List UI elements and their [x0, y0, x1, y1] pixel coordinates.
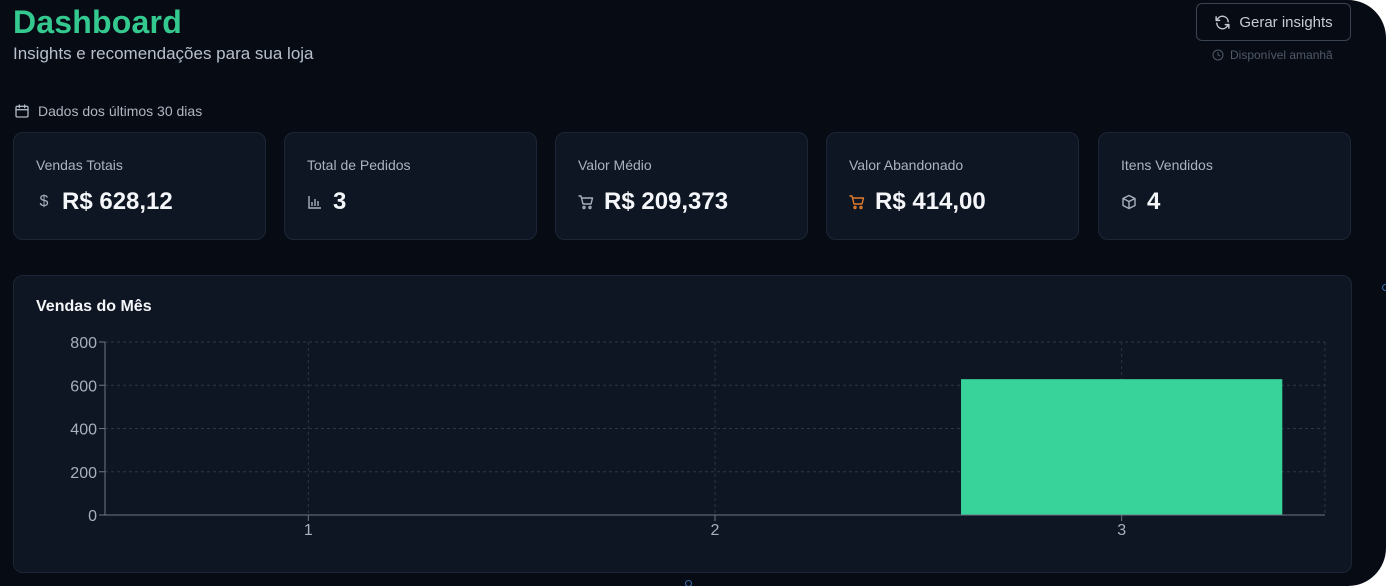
cart-icon: [849, 194, 865, 210]
page-subtitle: Insights e recomendações para sua loja: [13, 44, 314, 63]
period-label: Dados dos últimos 30 dias: [38, 103, 203, 119]
y-tick-label: 600: [70, 378, 97, 395]
resize-handle[interactable]: [685, 580, 692, 586]
refresh-icon: [1215, 15, 1230, 29]
generate-insights-label: Gerar insights: [1239, 13, 1333, 31]
stat-value: R$ 209,373: [604, 188, 729, 215]
stat-label: Vendas Totais: [36, 157, 123, 173]
page-title: Dashboard: [13, 4, 182, 40]
bar-chart-icon: [307, 194, 323, 210]
stat-card-abandoned-value: Valor Abandonado R$ 414,00: [826, 132, 1079, 240]
x-tick-label: 2: [711, 522, 720, 539]
stat-value: R$ 628,12: [62, 188, 173, 215]
dollar-icon: $: [39, 193, 49, 210]
monthly-sales-chart: Vendas do Mês 0 200 400 600 800 1 2 3: [13, 275, 1352, 573]
stat-value: R$ 414,00: [875, 188, 986, 215]
stat-card-average-value: Valor Médio R$ 209,373: [555, 132, 808, 240]
x-tick-label: 1: [304, 522, 313, 539]
clock-icon: [1212, 49, 1224, 61]
availability-text: Disponível amanhã: [1230, 48, 1333, 62]
period-indicator: Dados dos últimos 30 dias: [14, 103, 202, 119]
y-tick-label: 200: [70, 465, 97, 482]
stat-card-total-orders: Total de Pedidos 3: [284, 132, 537, 240]
y-tick-label: 0: [88, 508, 97, 525]
cart-icon: [578, 194, 594, 210]
stat-card-total-sales: Vendas Totais $ R$ 628,12: [13, 132, 266, 240]
resize-handle[interactable]: [1382, 284, 1386, 291]
package-icon: [1121, 194, 1137, 210]
dashboard-page: Dashboard Insights e recomendações para …: [0, 0, 1386, 586]
availability-note: Disponível amanhã: [1212, 48, 1333, 62]
stat-label: Itens Vendidos: [1121, 157, 1213, 173]
y-tick-label: 800: [70, 335, 97, 352]
stat-value: 4: [1147, 188, 1161, 215]
x-tick-label: 3: [1117, 522, 1126, 539]
stat-value: 3: [333, 188, 347, 215]
y-tick-label: 400: [70, 422, 97, 439]
bar: [961, 379, 1283, 515]
stat-label: Valor Abandonado: [849, 157, 964, 173]
stat-label: Total de Pedidos: [307, 157, 411, 173]
stat-label: Valor Médio: [578, 157, 652, 173]
generate-insights-button[interactable]: Gerar insights: [1196, 3, 1351, 41]
calendar-icon: [15, 104, 29, 118]
stat-card-items-sold: Itens Vendidos 4: [1098, 132, 1351, 240]
bar-chart: 0 200 400 600 800 1 2 3: [70, 335, 1326, 539]
